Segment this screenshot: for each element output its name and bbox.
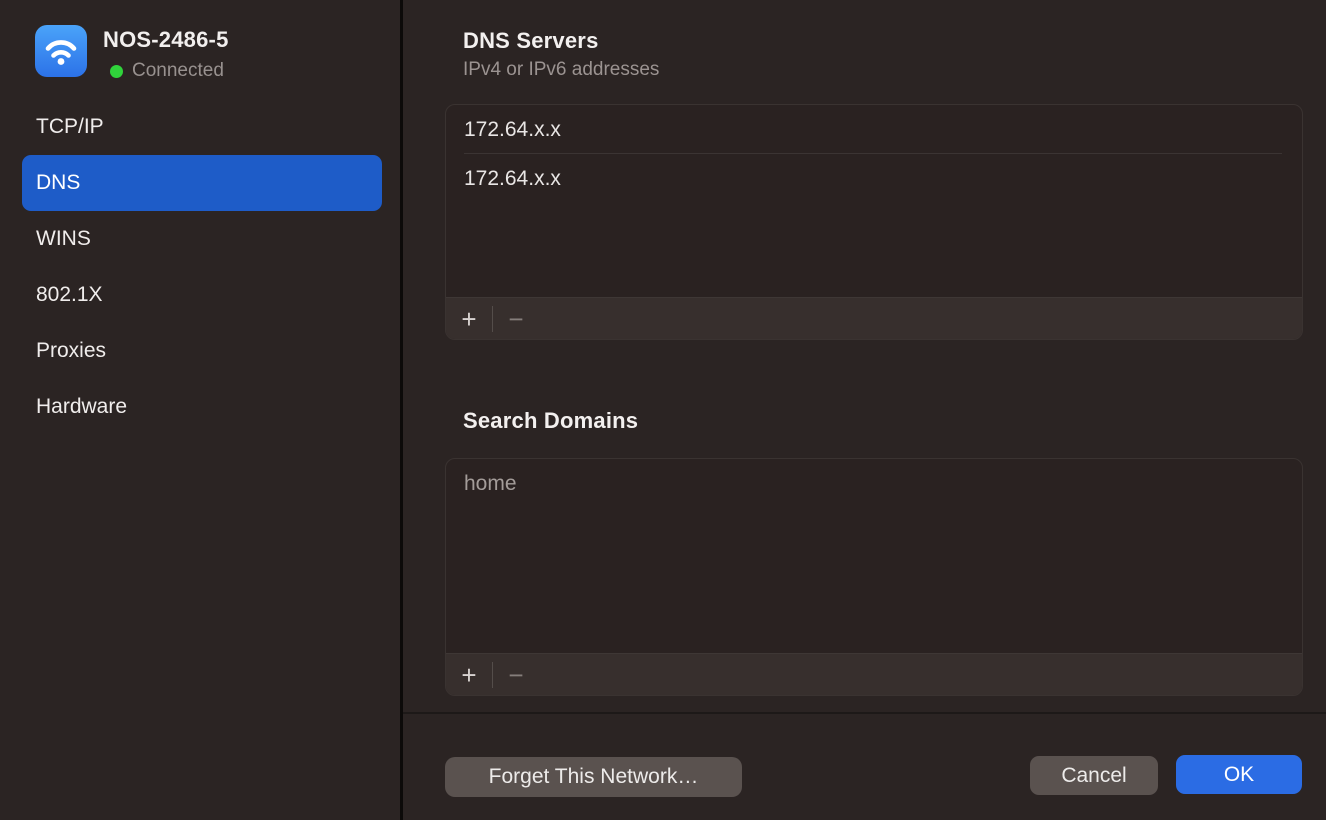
forget-network-button[interactable]: Forget This Network… [445,757,742,797]
content-pane: DNS Servers IPv4 or IPv6 addresses 172.6… [403,0,1326,820]
search-domains-list-box: home + − [445,458,1303,696]
remove-search-domain-button[interactable]: − [501,658,531,692]
cancel-button[interactable]: Cancel [1030,756,1158,795]
sidebar-item-label: DNS [36,171,80,195]
sidebar-item-tcp-ip[interactable]: TCP/IP [22,99,382,155]
search-domains-rows: home [446,459,1302,508]
dns-server-row[interactable]: 172.64.x.x [446,154,1302,203]
sidebar-nav: TCP/IP DNS WINS 802.1X Proxies Hardware [22,99,382,435]
search-domain-row[interactable]: home [446,459,1302,508]
wifi-icon [35,25,87,77]
add-dns-server-button[interactable]: + [454,302,484,336]
sidebar-item-hardware[interactable]: Hardware [22,379,382,435]
footer-divider [403,712,1326,714]
dns-server-value: 172.64.x.x [464,167,561,191]
sidebar: NOS-2486-5 Connected TCP/IP DNS WINS 802… [0,0,400,820]
network-header: NOS-2486-5 Connected [35,25,229,82]
connected-status-dot-icon [110,65,123,78]
sidebar-item-label: TCP/IP [36,115,104,139]
dns-servers-title: DNS Servers [463,28,599,54]
sidebar-item-wins[interactable]: WINS [22,211,382,267]
remove-dns-server-button[interactable]: − [501,302,531,336]
add-search-domain-button[interactable]: + [454,658,484,692]
network-status: Connected [110,60,229,82]
dns-server-row[interactable]: 172.64.x.x [446,105,1302,154]
search-domains-toolbar: + − [446,653,1302,695]
sidebar-item-label: 802.1X [36,283,103,307]
sidebar-item-dns[interactable]: DNS [22,155,382,211]
sidebar-item-label: WINS [36,227,91,251]
network-name: NOS-2486-5 [103,27,229,53]
dns-server-value: 172.64.x.x [464,118,561,142]
network-header-text: NOS-2486-5 Connected [103,25,229,82]
search-domains-title: Search Domains [463,408,638,434]
ok-button[interactable]: OK [1176,755,1302,794]
search-domain-value: home [464,472,517,496]
dns-servers-toolbar: + − [446,297,1302,339]
toolbar-separator [492,662,493,688]
sidebar-item-proxies[interactable]: Proxies [22,323,382,379]
sidebar-item-label: Proxies [36,339,106,363]
network-details-window: NOS-2486-5 Connected TCP/IP DNS WINS 802… [0,0,1326,820]
sidebar-item-label: Hardware [36,395,127,419]
sidebar-item-802-1x[interactable]: 802.1X [22,267,382,323]
dns-servers-list-box: 172.64.x.x 172.64.x.x + − [445,104,1303,340]
dns-servers-subtitle: IPv4 or IPv6 addresses [463,59,659,81]
dns-servers-rows: 172.64.x.x 172.64.x.x [446,105,1302,203]
network-status-label: Connected [132,60,224,82]
toolbar-separator [492,306,493,332]
